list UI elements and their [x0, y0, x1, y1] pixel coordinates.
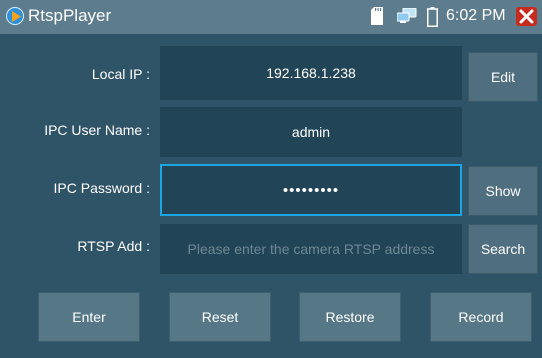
password-field[interactable]: •••••••••	[160, 164, 462, 216]
edit-button-label: Edit	[490, 69, 516, 85]
local-ip-value: 192.168.1.238	[266, 65, 356, 81]
record-button-label: Record	[458, 309, 504, 325]
reset-button-label: Reset	[201, 309, 239, 325]
user-name-label: IPC User Name :	[44, 122, 150, 138]
search-button-label: Search	[480, 241, 526, 257]
clock: 6:02 PM	[446, 7, 506, 24]
rtsp-address-input[interactable]: Please enter the camera RTSP address	[160, 224, 462, 274]
local-ip-label: Local IP :	[91, 66, 150, 82]
enter-button[interactable]: Enter	[38, 292, 140, 342]
rtsp-label: RTSP Add :	[77, 238, 150, 254]
network-icon	[396, 7, 417, 29]
show-button[interactable]: Show	[468, 166, 538, 216]
show-button-label: Show	[485, 183, 521, 199]
battery-icon	[427, 7, 438, 32]
restore-button[interactable]: Restore	[299, 292, 401, 342]
close-icon[interactable]	[516, 7, 537, 26]
app-title: RtspPlayer	[28, 6, 112, 25]
local-ip-field[interactable]: 192.168.1.238	[160, 46, 462, 100]
record-button[interactable]: Record	[430, 292, 532, 342]
search-button[interactable]: Search	[468, 224, 538, 274]
reset-button[interactable]: Reset	[169, 292, 271, 342]
title-bar: RtspPlayer 6:02 PM	[0, 0, 542, 34]
sd-card-icon	[371, 7, 383, 30]
enter-button-label: Enter	[72, 309, 106, 325]
edit-button[interactable]: Edit	[468, 52, 538, 102]
play-icon[interactable]	[6, 7, 24, 25]
restore-button-label: Restore	[325, 309, 375, 325]
rtsp-placeholder: Please enter the camera RTSP address	[187, 241, 435, 257]
password-value: •••••••••	[282, 181, 340, 199]
password-label: IPC Password :	[53, 180, 150, 196]
user-name-field[interactable]: admin	[160, 107, 462, 157]
user-name-value: admin	[291, 124, 331, 140]
